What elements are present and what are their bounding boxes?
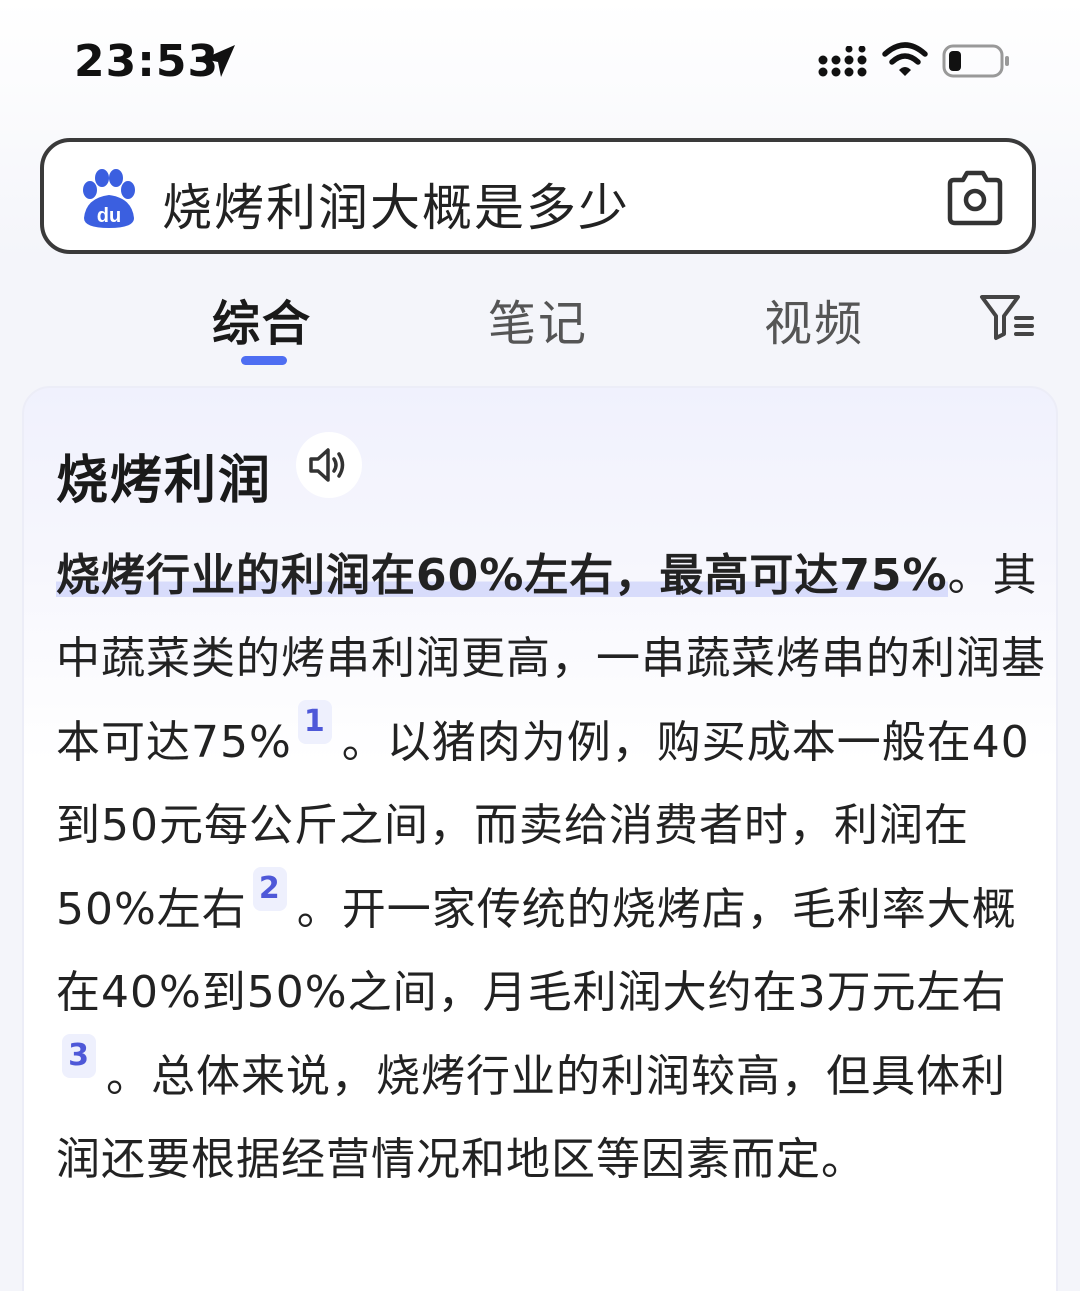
search-box[interactable]: du 烧烤利润大概是多少	[40, 138, 1036, 254]
citation-2[interactable]: 2	[252, 867, 287, 911]
card-title: 烧烤利润	[56, 451, 273, 511]
status-time: 23:53	[74, 36, 220, 87]
answer-text: 烧烤行业的利润在60%左右，最高可达75%。其中蔬菜类的烤串利润更高，一串蔬菜烤…	[56, 534, 1046, 1201]
speaker-icon	[309, 448, 345, 482]
wifi-icon	[882, 42, 928, 82]
active-tab-indicator	[241, 356, 287, 365]
filter-icon[interactable]	[978, 292, 1038, 346]
speaker-button[interactable]	[296, 432, 362, 498]
location-arrow-icon	[200, 42, 238, 84]
battery-icon	[942, 44, 1010, 82]
status-bar: 23:53	[0, 0, 1080, 120]
answer-segment-4: 。总体来说，烧烤行业的利润较高，但具体利润还要根据经营情况和地区等因素而定。	[56, 1051, 1006, 1185]
tab-notes[interactable]: 笔记	[488, 284, 588, 354]
search-query[interactable]: 烧烤利润大概是多少	[162, 168, 630, 240]
answer-highlight: 烧烤行业的利润在60%左右，最高可达75%	[56, 550, 948, 601]
camera-icon[interactable]	[944, 168, 1006, 232]
tab-videos[interactable]: 视频	[764, 284, 864, 354]
answer-card: 烧烤利润 烧烤行业的利润在60%左右，最高可达75%。其中蔬菜类的烤串利润更高，…	[22, 386, 1058, 1291]
tab-bar: 综合 笔记 视频	[0, 270, 1080, 370]
signal-icon	[818, 45, 870, 82]
tab-comprehensive[interactable]: 综合	[212, 284, 312, 354]
citation-1[interactable]: 1	[297, 700, 332, 744]
citation-3[interactable]: 3	[62, 1034, 96, 1078]
screen: 23:53 du 烧烤利润大概是多少 综合 笔记 视频 烧烤利润 烧烤行业的利润…	[0, 0, 1080, 1291]
svg-text:du: du	[97, 205, 121, 227]
baidu-paw-icon: du	[76, 168, 140, 236]
